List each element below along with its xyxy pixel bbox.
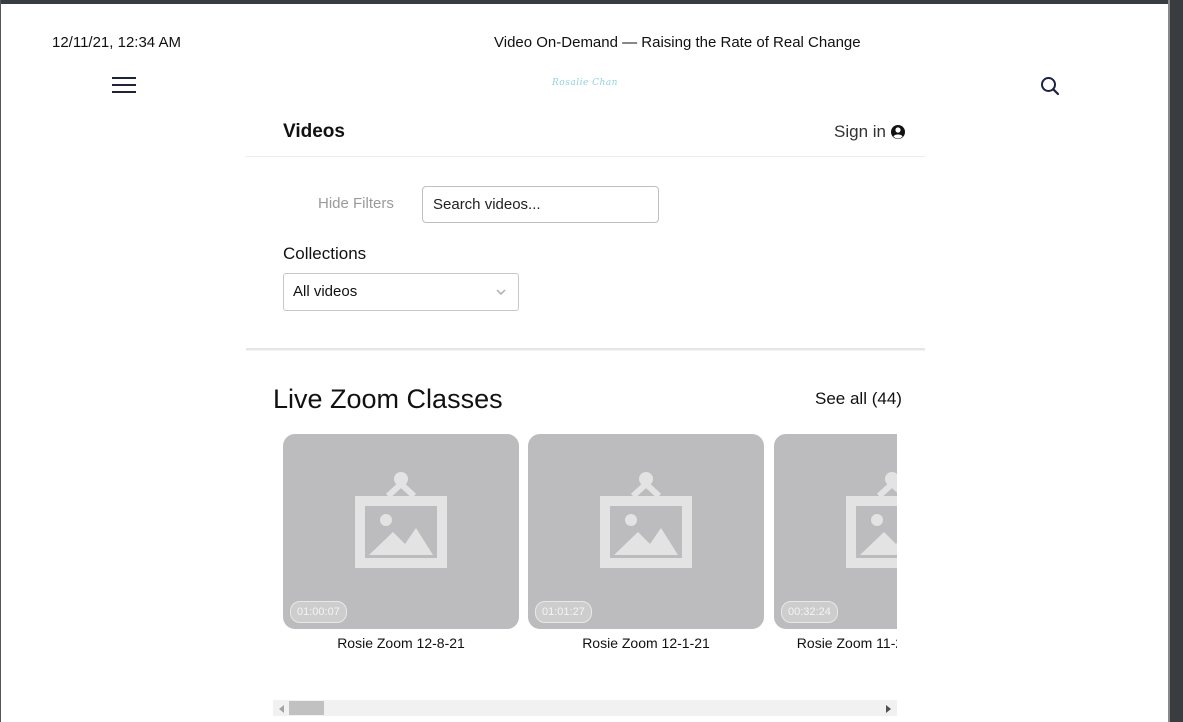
print-date: 12/11/21, 12:34 AM xyxy=(52,34,181,51)
section-title: Live Zoom Classes xyxy=(273,384,503,414)
video-duration-badge: 01:00:07 xyxy=(290,601,347,623)
video-title[interactable]: Rosie Zoom 12-1-21 xyxy=(528,634,764,653)
chevron-down-icon xyxy=(494,285,508,299)
image-placeholder-icon xyxy=(355,472,447,568)
collections-label: Collections xyxy=(283,244,367,263)
video-thumbnail[interactable]: 01:01:27 xyxy=(528,434,764,629)
collections-selected-value: All videos xyxy=(293,283,358,300)
sign-in-link[interactable]: Sign in xyxy=(834,122,886,142)
header-divider xyxy=(246,156,925,157)
search-videos-input[interactable] xyxy=(422,186,659,223)
video-carousel[interactable]: 01:00:07 Rosie Zoom 12-8-21 01:01:27 Ros… xyxy=(283,434,897,684)
video-duration-badge: 01:01:27 xyxy=(535,601,592,623)
user-circle-icon[interactable] xyxy=(890,124,906,140)
video-title[interactable]: Rosie Zoom 11-24-21 full body xyxy=(774,634,897,653)
scroll-left-arrow-icon[interactable] xyxy=(279,705,284,713)
hide-filters-button[interactable]: Hide Filters xyxy=(318,195,394,212)
image-placeholder-icon xyxy=(600,472,692,568)
menu-bar xyxy=(112,91,136,93)
image-placeholder-icon xyxy=(846,472,897,568)
hamburger-menu-icon[interactable] xyxy=(112,77,136,94)
window-frame-left xyxy=(0,0,1,722)
print-title: Video On-Demand — Raising the Rate of Re… xyxy=(494,34,861,51)
search-icon[interactable] xyxy=(1040,76,1060,96)
menu-bar xyxy=(112,84,136,86)
select-separator xyxy=(484,282,485,302)
window-frame-top xyxy=(0,0,1183,4)
window-frame-right-edge xyxy=(1168,0,1170,722)
collections-select[interactable]: All videos xyxy=(283,273,519,311)
video-title[interactable]: Rosie Zoom 12-8-21 xyxy=(283,634,519,653)
scroll-right-arrow-icon[interactable] xyxy=(886,705,891,713)
window-frame-right xyxy=(1168,0,1183,722)
video-thumbnail[interactable]: 01:00:07 xyxy=(283,434,519,629)
menu-bar xyxy=(112,77,136,79)
carousel-scrollbar[interactable] xyxy=(273,700,897,716)
video-duration-badge: 00:32:24 xyxy=(781,601,838,623)
filters-divider-shadow xyxy=(246,350,925,351)
see-all-link[interactable]: See all (44) xyxy=(815,389,902,409)
page-title: Videos xyxy=(283,121,345,142)
site-logo[interactable]: Rosalie Chan xyxy=(540,78,630,88)
video-thumbnail[interactable]: 00:32:24 xyxy=(774,434,897,629)
scrollbar-thumb[interactable] xyxy=(289,701,324,715)
